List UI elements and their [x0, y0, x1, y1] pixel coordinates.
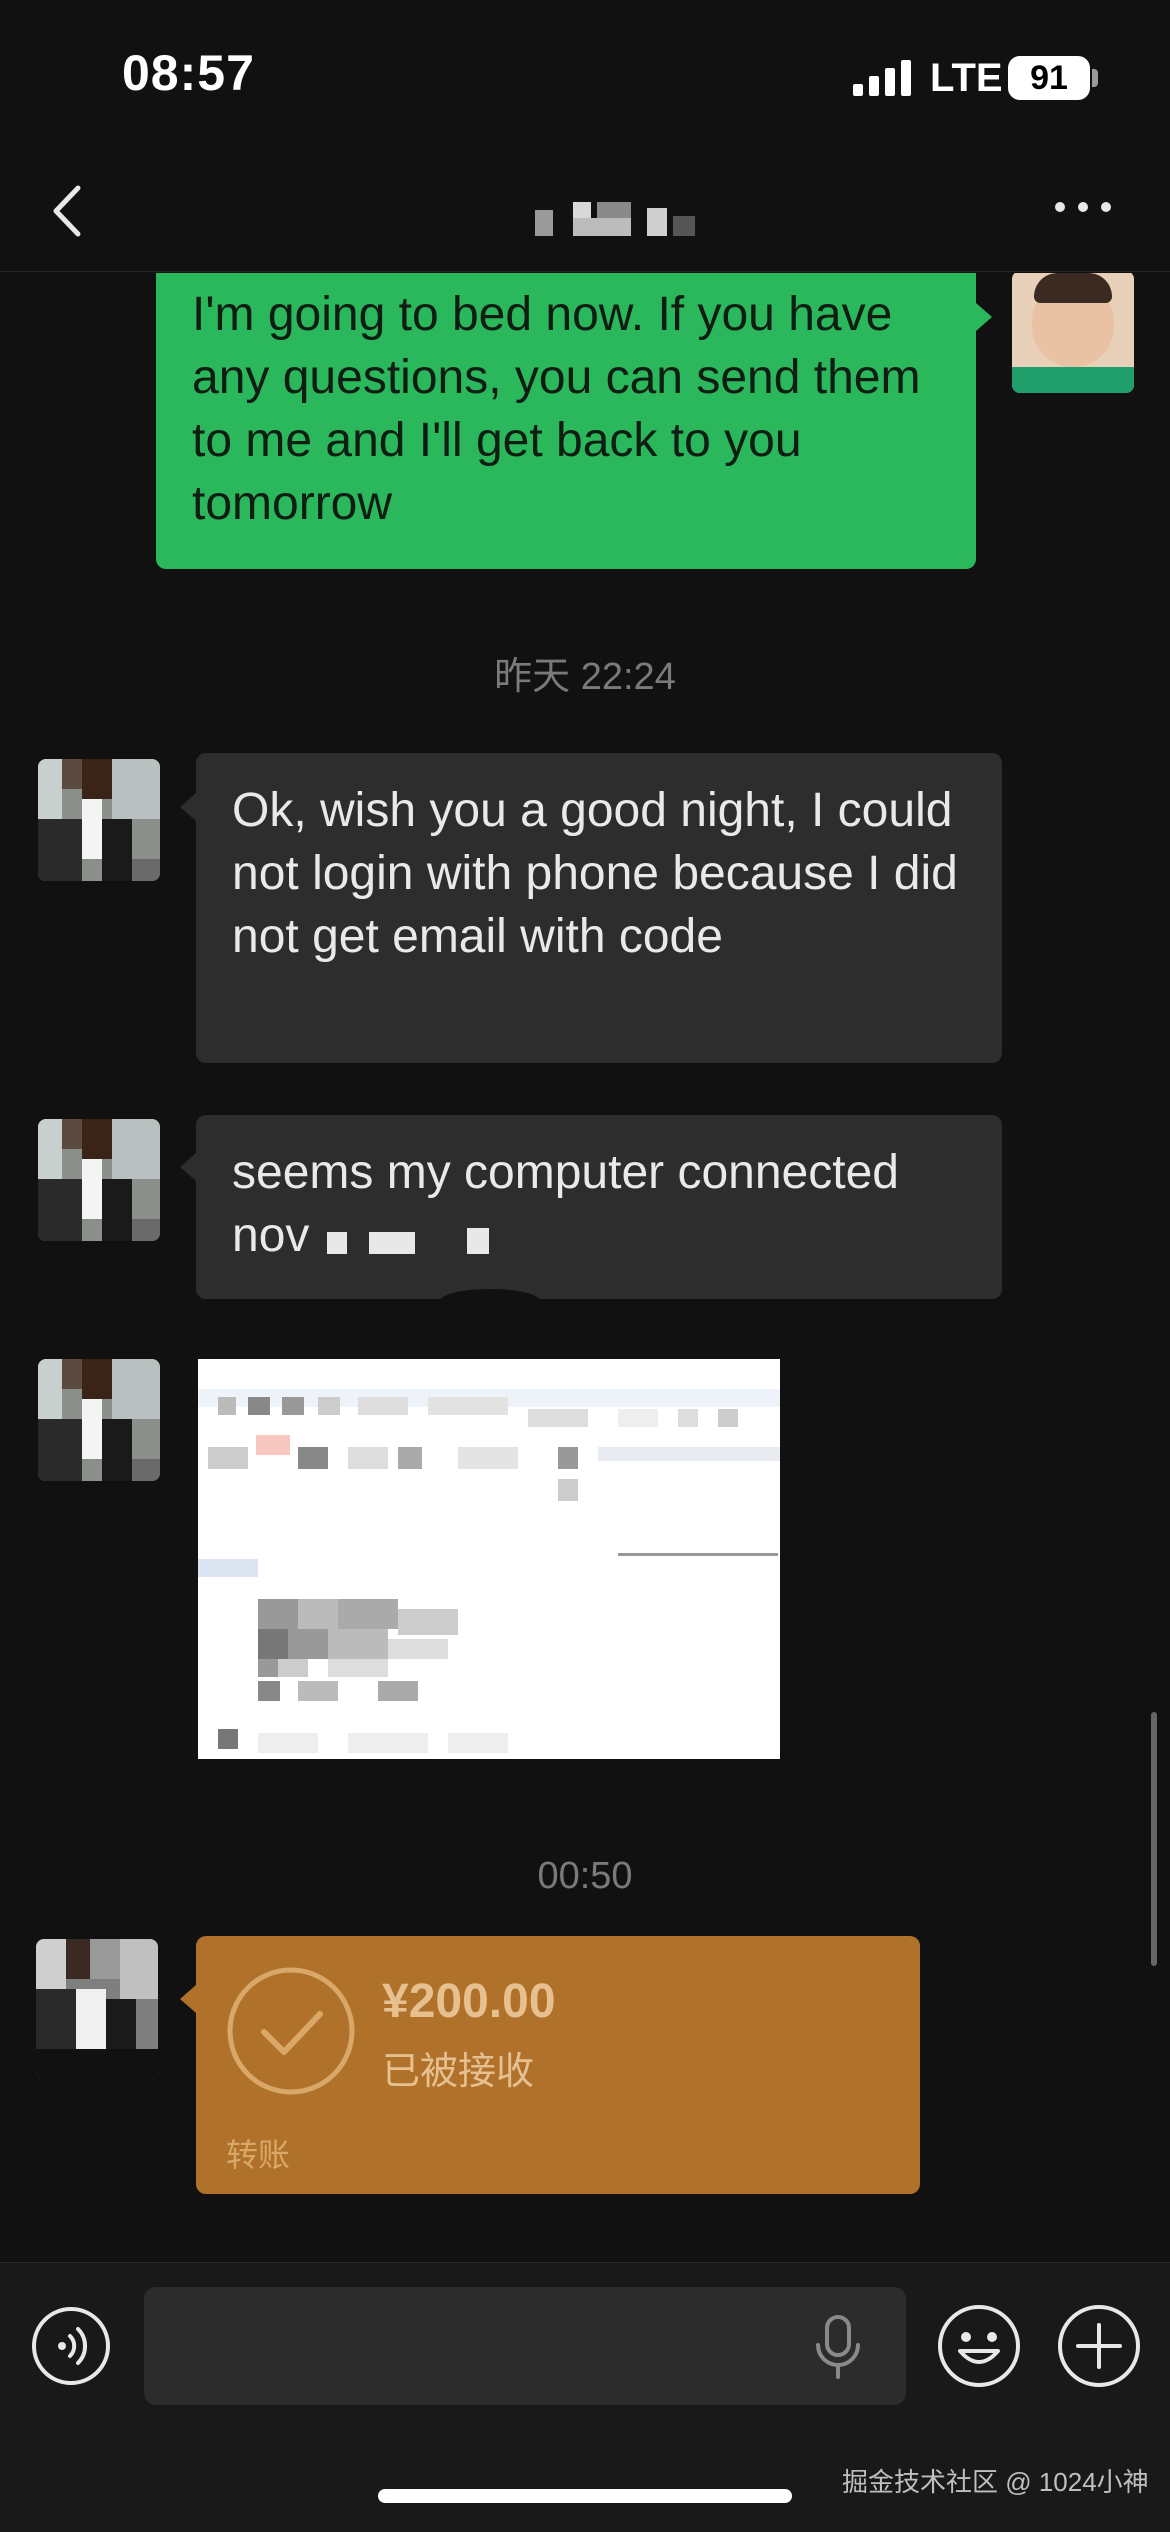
avatar-pixel: [82, 1159, 102, 1219]
avatar-pixel: [38, 1419, 82, 1481]
avatar-pixel: [112, 1359, 160, 1419]
message-text: Ok, wish you a good night, I could not l…: [232, 784, 958, 963]
ellipsis-icon[interactable]: [1052, 196, 1114, 218]
bubble-tail: [180, 793, 196, 821]
redacted-text: [326, 1207, 497, 1270]
contact-message-bubble[interactable]: Ok, wish you a good night, I could not l…: [196, 753, 1002, 1063]
image-message[interactable]: [198, 1359, 780, 1759]
avatar-pixel: [38, 1359, 62, 1419]
status-time: 08:57: [122, 45, 255, 101]
bubble-tail: [180, 1153, 196, 1181]
avatar-pixel: [132, 1219, 160, 1241]
chevron-left-icon[interactable]: [42, 176, 92, 246]
avatar-hair: [1034, 273, 1112, 303]
chat-area[interactable]: I'm going to bed now. If you have any qu…: [0, 273, 1170, 2263]
avatar-pixel: [36, 1989, 76, 2049]
signal-icon: [853, 60, 911, 96]
avatar-pixel: [120, 1939, 158, 1999]
microphone-icon[interactable]: [812, 2313, 864, 2383]
battery-level: 91: [1030, 59, 1068, 97]
avatar-pixel: [62, 759, 82, 789]
transfer-label: 转账: [226, 2137, 291, 2173]
avatar-pixel: [132, 859, 160, 881]
avatar-pixel: [38, 759, 62, 819]
avatar-pixel: [82, 759, 112, 799]
chat-title-redacted: [535, 202, 695, 236]
avatar-pixel: [82, 1399, 102, 1459]
avatar-pixel: [38, 819, 82, 881]
message-text: I'm going to bed now. If you have any qu…: [192, 288, 921, 530]
bubble-tail: [976, 303, 992, 331]
avatar-pixel: [76, 1989, 106, 2049]
home-indicator[interactable]: [378, 2489, 792, 2503]
redaction-blob: [440, 1289, 540, 1313]
voice-mode-icon[interactable]: [30, 2305, 112, 2387]
avatar-pixel: [62, 1119, 82, 1149]
avatar-pixel: [132, 1459, 160, 1481]
battery-icon: 91: [1008, 56, 1090, 100]
battery-tip: [1092, 69, 1098, 87]
avatar-pixel: [82, 1119, 112, 1159]
avatar-pixel: [102, 819, 132, 881]
transfer-amount: ¥200.00: [382, 1975, 556, 2028]
emoji-icon[interactable]: [936, 2303, 1022, 2389]
bubble-tail: [180, 1985, 196, 2013]
nav-bar: [0, 150, 1170, 272]
avatar-pixel: [82, 799, 102, 859]
avatar-pixel: [36, 1939, 66, 1989]
contact-avatar[interactable]: [38, 1119, 160, 1241]
transfer-card[interactable]: ¥200.00 已被接收 转账: [196, 1936, 920, 2194]
network-type: LTE: [930, 56, 1003, 100]
avatar-pixel: [62, 1359, 82, 1389]
avatar-pixel: [66, 1939, 90, 1979]
my-message-bubble[interactable]: I'm going to bed now. If you have any qu…: [156, 273, 976, 569]
avatar-pixel: [38, 1119, 62, 1179]
avatar-pixel: [90, 1939, 120, 1979]
timestamp: 昨天 22:24: [494, 656, 676, 698]
status-bar: 08:57 LTE 91: [0, 0, 1170, 150]
redacted-screenshot: [198, 1359, 780, 1759]
avatar-pixel: [36, 2049, 158, 2079]
contact-avatar[interactable]: [38, 1359, 160, 1481]
contact-avatar[interactable]: [36, 1939, 158, 2079]
avatar-pixel: [112, 1119, 160, 1179]
scroll-indicator[interactable]: [1151, 1712, 1157, 1966]
avatar-shirt: [1012, 367, 1134, 393]
avatar-pixel: [112, 759, 160, 819]
transfer-status: 已被接收: [382, 2051, 535, 2093]
timestamp: 00:50: [537, 1855, 633, 1897]
check-circle-icon: [227, 1967, 355, 2095]
avatar-pixel: [106, 1999, 136, 2049]
contact-avatar[interactable]: [38, 759, 160, 881]
message-input[interactable]: [144, 2287, 906, 2405]
avatar-pixel: [102, 1179, 132, 1241]
plus-icon[interactable]: [1056, 2303, 1142, 2389]
watermark: 掘金技术社区 @ 1024小神: [842, 2467, 1149, 2497]
contact-message-bubble[interactable]: seems my computer connected nov: [196, 1115, 1002, 1299]
avatar-pixel: [38, 1179, 82, 1241]
my-avatar[interactable]: [1012, 273, 1134, 393]
avatar-pixel: [82, 1359, 112, 1399]
avatar-pixel: [102, 1419, 132, 1481]
